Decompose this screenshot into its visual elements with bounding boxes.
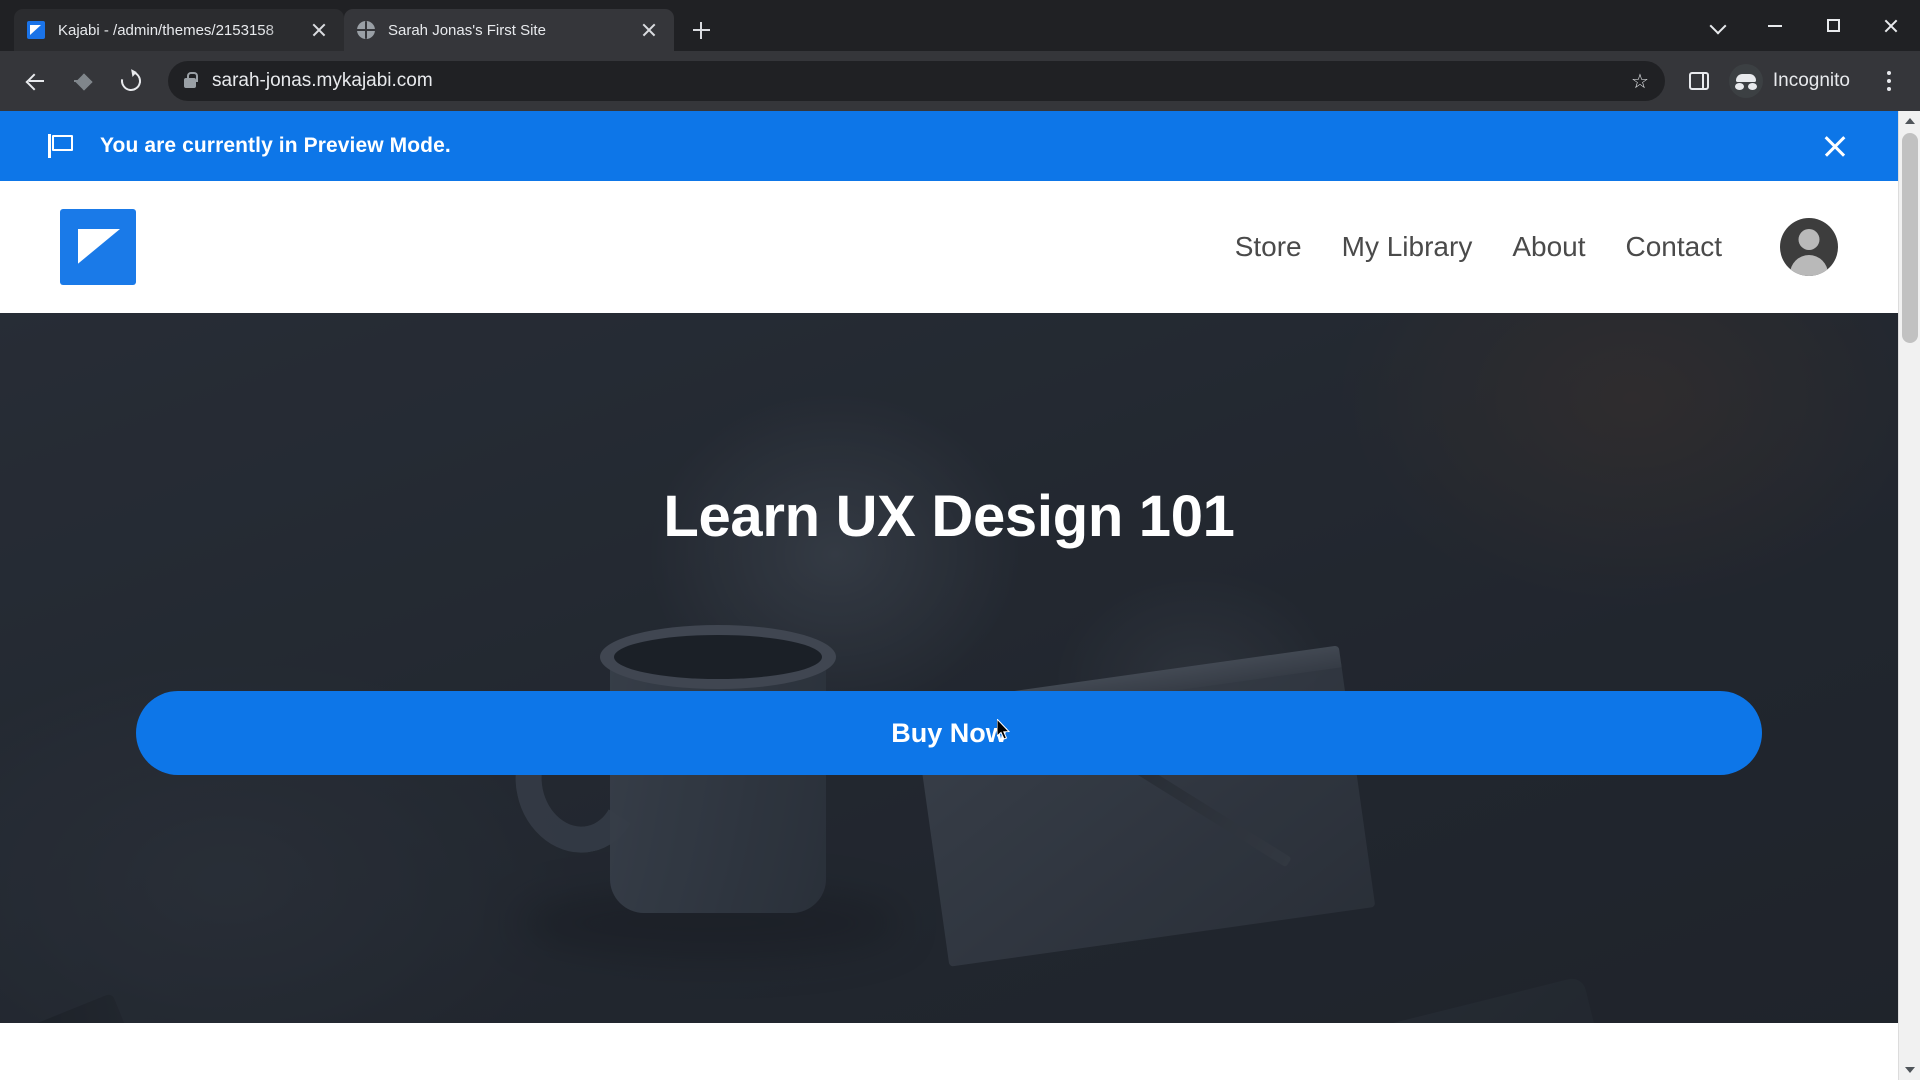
tab-title: Sarah Jonas's First Site [388, 21, 546, 39]
nav-item-about[interactable]: About [1492, 231, 1605, 263]
incognito-label: Incognito [1772, 70, 1850, 91]
tab-title: Kajabi - /admin/themes/2153158 [58, 21, 274, 39]
back-arrow-icon[interactable] [14, 60, 56, 102]
user-avatar[interactable] [1780, 218, 1838, 276]
window-controls [1688, 0, 1920, 51]
nav-item-my-library[interactable]: My Library [1322, 231, 1493, 263]
site-navigation: Store My Library About Contact [1215, 218, 1838, 276]
forward-arrow-icon[interactable] [62, 60, 104, 102]
scrollbar-thumb[interactable] [1902, 133, 1918, 343]
address-bar[interactable]: sarah-jonas.mykajabi.com ☆ [168, 61, 1665, 101]
star-icon[interactable]: ☆ [1631, 69, 1649, 94]
reload-icon[interactable] [110, 60, 152, 102]
chevron-down-icon[interactable] [1688, 0, 1746, 51]
browser-tab-sarah-jonas-site[interactable]: Sarah Jonas's First Site [344, 9, 674, 51]
preview-mode-message: You are currently in Preview Mode. [100, 134, 451, 157]
below-fold-section [0, 1023, 1898, 1080]
page-scrollbar[interactable] [1898, 111, 1920, 1080]
close-icon[interactable] [306, 17, 332, 43]
kebab-menu-icon[interactable] [1872, 61, 1906, 101]
flag-icon [48, 134, 74, 158]
scroll-down-icon[interactable] [1899, 1060, 1920, 1080]
incognito-indicator[interactable]: Incognito [1723, 61, 1866, 101]
side-panel-icon[interactable] [1688, 72, 1709, 90]
incognito-icon [1728, 64, 1763, 98]
nav-item-store[interactable]: Store [1215, 231, 1322, 263]
close-window-button[interactable] [1862, 0, 1920, 51]
nav-item-contact[interactable]: Contact [1606, 231, 1743, 263]
browser-tab-kajabi[interactable]: Kajabi - /admin/themes/2153158 [14, 9, 344, 51]
kajabi-logo[interactable] [60, 209, 136, 285]
mouse-cursor [997, 719, 1010, 740]
kajabi-icon [26, 20, 46, 40]
browser-tab-strip: Kajabi - /admin/themes/2153158 Sarah Jon… [0, 0, 1920, 51]
hero-section: Learn UX Design 101 Buy Now [0, 313, 1898, 1023]
buy-now-button[interactable]: Buy Now [136, 691, 1762, 775]
minimize-button[interactable] [1746, 0, 1804, 51]
maximize-button[interactable] [1804, 0, 1862, 51]
hero-content: Learn UX Design 101 [0, 313, 1898, 1023]
site-header: Store My Library About Contact [0, 181, 1898, 313]
page-viewport: You are currently in Preview Mode. Store… [0, 111, 1920, 1080]
preview-mode-banner: You are currently in Preview Mode. [0, 111, 1898, 181]
url-text: sarah-jonas.mykajabi.com [212, 70, 433, 91]
lock-icon [184, 71, 198, 88]
scroll-up-icon[interactable] [1899, 111, 1920, 131]
new-tab-button[interactable] [684, 13, 718, 47]
browser-toolbar: sarah-jonas.mykajabi.com ☆ Incognito [0, 51, 1920, 111]
hero-title: Learn UX Design 101 [663, 484, 1235, 549]
close-icon[interactable] [1822, 133, 1848, 159]
close-icon[interactable] [636, 17, 662, 43]
web-page: You are currently in Preview Mode. Store… [0, 111, 1898, 1080]
globe-icon [356, 20, 376, 40]
